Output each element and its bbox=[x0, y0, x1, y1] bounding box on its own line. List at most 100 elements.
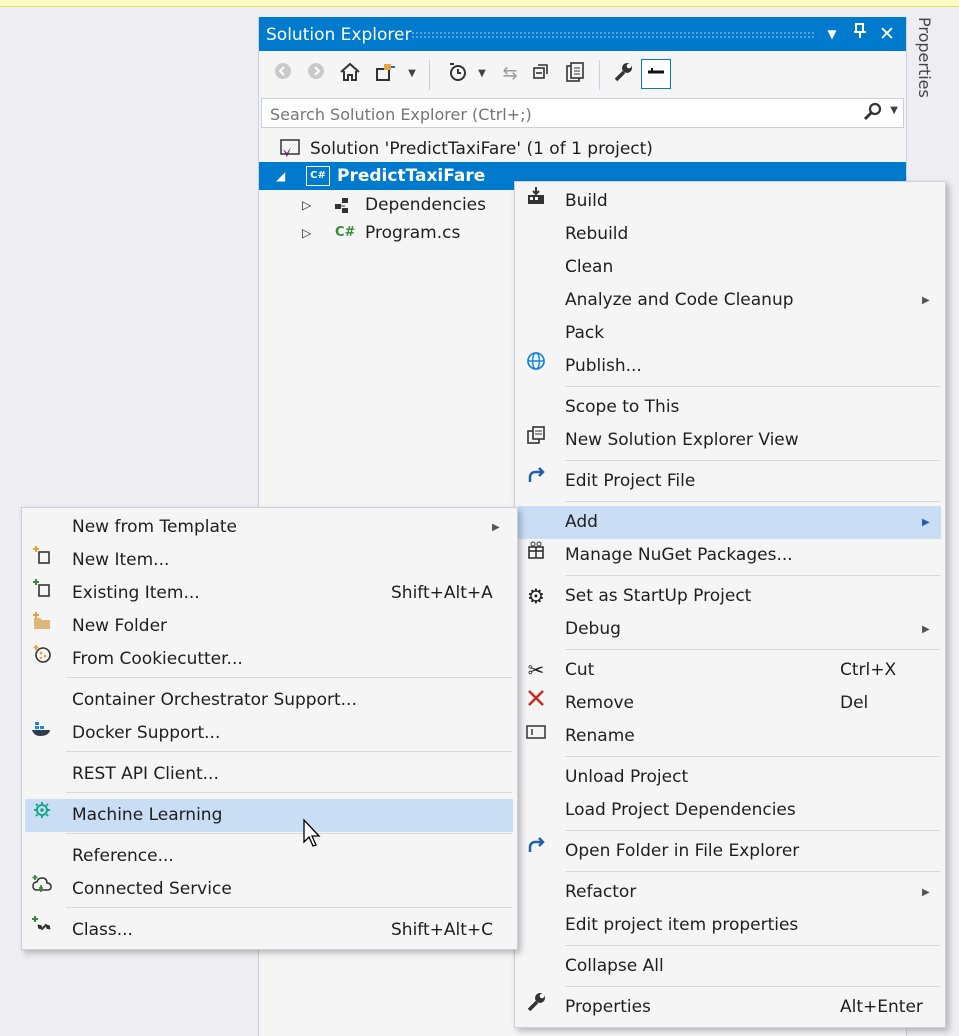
submenu-item-new-folder[interactable]: New Folder bbox=[25, 610, 513, 643]
submenu-item-machine-learning[interactable]: Machine Learning bbox=[25, 799, 513, 832]
machine-learning-icon bbox=[29, 799, 55, 832]
menu-item-label: Refactor bbox=[565, 882, 637, 902]
menu-item-shortcut: Alt+Enter bbox=[840, 997, 923, 1017]
menu-item-add[interactable]: Add ▶ bbox=[518, 506, 941, 539]
menu-item-load-project-dependencies[interactable]: Load Project Dependencies bbox=[518, 794, 941, 827]
menu-separator bbox=[66, 751, 512, 752]
preview-selected-items-icon[interactable] bbox=[641, 59, 671, 89]
menu-item-pack[interactable]: Pack bbox=[518, 317, 941, 350]
show-all-files-icon[interactable] bbox=[562, 61, 588, 87]
tree-item-solution[interactable]: Solution 'PredictTaxiFare' (1 of 1 proje… bbox=[259, 135, 906, 163]
menu-item-label: Rebuild bbox=[565, 224, 629, 244]
submenu-arrow-icon: ▶ bbox=[922, 887, 930, 898]
menu-item-refactor[interactable]: Refactor ▶ bbox=[518, 876, 941, 909]
collapse-all-icon[interactable] bbox=[529, 61, 555, 87]
toolbar-separator bbox=[599, 60, 600, 90]
sync-with-document-icon[interactable]: ⇆ bbox=[497, 61, 523, 87]
submenu-item-existing-item[interactable]: Existing Item... Shift+Alt+A bbox=[25, 577, 513, 610]
menu-item-edit-project-item-properties[interactable]: Edit project item properties bbox=[518, 909, 941, 942]
menu-item-label: Remove bbox=[565, 693, 634, 713]
forward-icon[interactable] bbox=[303, 61, 329, 87]
collapsed-triangle-icon[interactable]: ▷ bbox=[302, 219, 311, 247]
menu-item-label: Build bbox=[565, 191, 608, 211]
menu-item-label: Class... bbox=[72, 920, 133, 940]
submenu-item-reference[interactable]: Reference... bbox=[25, 840, 513, 873]
menu-item-label: Container Orchestrator Support... bbox=[72, 690, 357, 710]
menu-item-manage-nuget[interactable]: Manage NuGet Packages... bbox=[518, 539, 941, 572]
switch-views-dropdown-icon[interactable]: ▼ bbox=[399, 61, 425, 87]
menu-item-shortcut: Shift+Alt+A bbox=[391, 583, 493, 603]
menu-item-rebuild[interactable]: Rebuild bbox=[518, 218, 941, 251]
connected-service-icon bbox=[29, 873, 55, 906]
switch-views-icon[interactable] bbox=[373, 61, 399, 87]
globe-icon bbox=[523, 350, 549, 383]
properties-side-tab[interactable]: Properties bbox=[913, 17, 937, 107]
menu-separator bbox=[66, 907, 512, 908]
submenu-item-docker-support[interactable]: Docker Support... bbox=[25, 717, 513, 750]
build-icon bbox=[523, 185, 549, 218]
solution-explorer-titlebar: Solution Explorer ▼ ✕ bbox=[259, 17, 906, 51]
menu-item-shortcut: Del bbox=[840, 693, 869, 713]
submenu-item-connected-service[interactable]: Connected Service bbox=[25, 873, 513, 906]
properties-tab-label: Properties bbox=[915, 17, 934, 98]
menu-item-label: New Solution Explorer View bbox=[565, 430, 799, 450]
pending-changes-filter-icon[interactable] bbox=[445, 61, 471, 87]
menu-separator bbox=[66, 792, 512, 793]
submenu-item-new-from-template[interactable]: New from Template ▶ bbox=[25, 511, 513, 544]
menu-separator bbox=[565, 871, 940, 872]
menu-item-unload-project[interactable]: Unload Project bbox=[518, 761, 941, 794]
menu-item-label: Unload Project bbox=[565, 767, 689, 787]
properties-wrench-icon[interactable] bbox=[610, 61, 636, 87]
menu-item-label: Analyze and Code Cleanup bbox=[565, 290, 794, 310]
menu-item-set-startup[interactable]: ⚙ Set as StartUp Project bbox=[518, 580, 941, 613]
menu-item-open-folder[interactable]: Open Folder in File Explorer bbox=[518, 835, 941, 868]
submenu-item-rest-api-client[interactable]: REST API Client... bbox=[25, 758, 513, 791]
menu-item-new-solution-explorer-view[interactable]: New Solution Explorer View bbox=[518, 424, 941, 457]
add-submenu: New from Template ▶ New Item... Existing… bbox=[21, 507, 518, 950]
search-icon[interactable] bbox=[863, 102, 883, 127]
menu-item-collapse-all[interactable]: Collapse All bbox=[518, 950, 941, 983]
menu-item-publish[interactable]: Publish... bbox=[518, 350, 941, 383]
menu-item-debug[interactable]: Debug ▶ bbox=[518, 613, 941, 646]
menu-item-rename[interactable]: Rename bbox=[518, 720, 941, 753]
submenu-arrow-icon: ▶ bbox=[922, 517, 930, 528]
tree-item-dependencies[interactable]: ▷ Dependencies bbox=[259, 191, 519, 219]
menu-item-build[interactable]: Build bbox=[518, 185, 941, 218]
submenu-item-container-orchestrator[interactable]: Container Orchestrator Support... bbox=[25, 684, 513, 717]
auto-hide-pin-icon[interactable] bbox=[849, 23, 871, 45]
menu-item-edit-project-file[interactable]: Edit Project File bbox=[518, 465, 941, 498]
menu-item-cut[interactable]: ✂ Cut Ctrl+X bbox=[518, 654, 941, 687]
expanded-triangle-icon[interactable]: ◢ bbox=[276, 162, 285, 190]
collapsed-triangle-icon[interactable]: ▷ bbox=[302, 191, 311, 219]
close-icon[interactable]: ✕ bbox=[876, 23, 898, 45]
pending-changes-dropdown-icon[interactable]: ▼ bbox=[469, 61, 495, 87]
tree-item-program-cs[interactable]: ▷ C# Program.cs bbox=[259, 219, 519, 247]
new-folder-icon bbox=[29, 610, 55, 643]
submenu-item-from-cookiecutter[interactable]: From Cookiecutter... bbox=[25, 643, 513, 676]
menu-item-label: Edit project item properties bbox=[565, 915, 799, 935]
search-input[interactable] bbox=[268, 102, 832, 126]
home-icon[interactable] bbox=[337, 61, 363, 87]
window-position-dropdown-icon[interactable]: ▼ bbox=[821, 23, 843, 45]
menu-item-shortcut: Ctrl+X bbox=[840, 660, 897, 680]
menu-item-scope-to-this[interactable]: Scope to This bbox=[518, 391, 941, 424]
submenu-item-new-item[interactable]: New Item... bbox=[25, 544, 513, 577]
back-icon[interactable] bbox=[270, 61, 296, 87]
project-context-menu: Build Rebuild Clean Analyze and Code Cle… bbox=[514, 181, 946, 1028]
search-options-dropdown-icon[interactable]: ▼ bbox=[890, 105, 898, 116]
menu-item-label: Clean bbox=[565, 257, 614, 277]
document-tab-strip bbox=[0, 0, 959, 7]
menu-item-label: Load Project Dependencies bbox=[565, 800, 796, 820]
menu-separator bbox=[565, 986, 940, 987]
title-grip[interactable] bbox=[411, 31, 814, 38]
submenu-item-class[interactable]: Class... Shift+Alt+C bbox=[25, 914, 513, 947]
menu-item-analyze-code-cleanup[interactable]: Analyze and Code Cleanup ▶ bbox=[518, 284, 941, 317]
menu-separator bbox=[565, 945, 940, 946]
menu-item-properties[interactable]: Properties Alt+Enter bbox=[518, 991, 941, 1024]
new-view-icon bbox=[523, 424, 549, 457]
menu-item-remove[interactable]: Remove Del bbox=[518, 687, 941, 720]
menu-separator bbox=[565, 460, 940, 461]
menu-item-clean[interactable]: Clean bbox=[518, 251, 941, 284]
csharp-file-icon: C# bbox=[335, 225, 356, 240]
menu-separator bbox=[565, 830, 940, 831]
